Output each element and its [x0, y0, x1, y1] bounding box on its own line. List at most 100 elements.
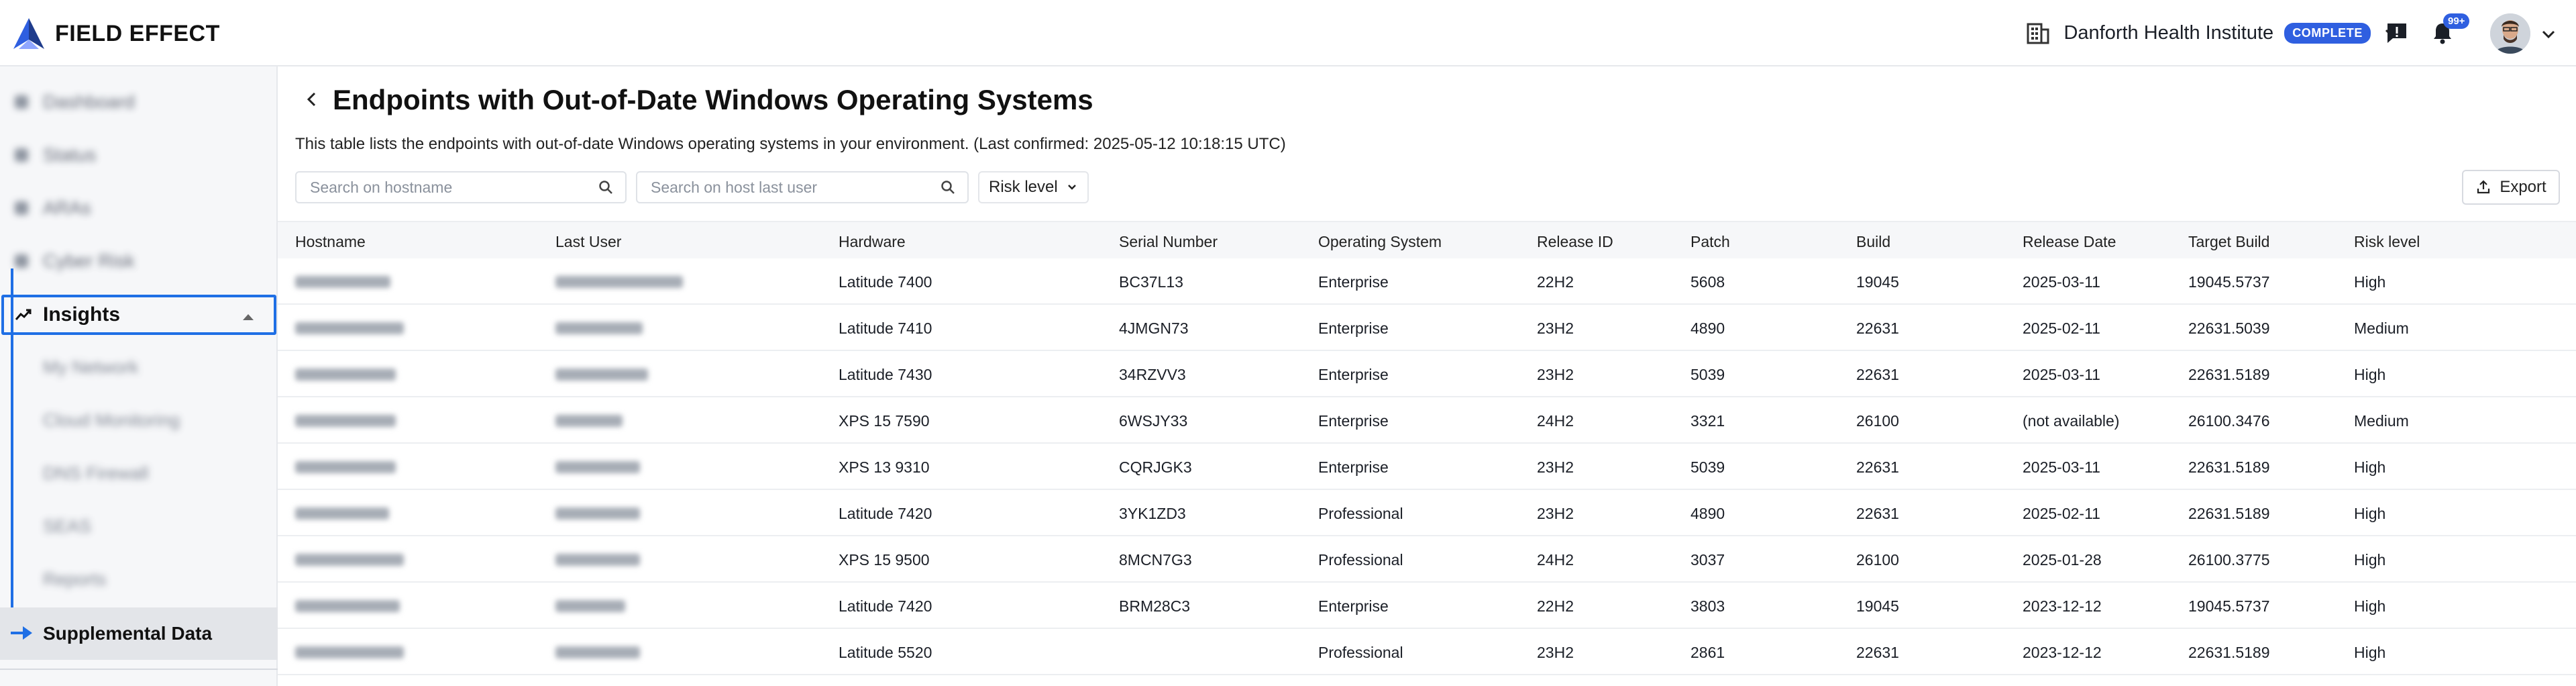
cell-target-build: 26100.3476 — [2188, 412, 2270, 430]
table-row[interactable]: XPS 13 9310 CQRJGK3 Enterprise 23H2 5039… — [278, 444, 2576, 490]
table-row[interactable]: Latitude 5520 Professional 23H2 2861 226… — [278, 629, 2576, 675]
cell-patch: 3037 — [1690, 551, 1725, 569]
cell-release-id: 23H2 — [1537, 366, 1574, 383]
cell-release-date: 2023-12-12 — [2023, 597, 2102, 615]
cell-risk-level: Medium — [2354, 320, 2409, 337]
cell-build: 19045 — [1856, 273, 1899, 291]
sidebar-item-insights[interactable]: Insights — [1, 295, 276, 335]
table-row[interactable]: Latitude 7430 34RZVV3 Enterprise 23H2 50… — [278, 351, 2576, 397]
back-arrow-icon[interactable] — [302, 89, 322, 109]
redacted-hostname — [295, 554, 404, 566]
column-header-risk-level[interactable]: Risk level — [2354, 233, 2420, 251]
cell-release-date: 2023-12-12 — [2023, 644, 2102, 661]
cell-release-date: 2025-03-11 — [2023, 458, 2100, 476]
column-header-hardware[interactable]: Hardware — [839, 233, 906, 251]
sidebar-item-blurred[interactable]: Cyber Risk — [0, 235, 278, 287]
cell-risk-level: High — [2354, 458, 2386, 476]
redacted-hostname — [295, 646, 404, 658]
page-title: Endpoints with Out-of-Date Windows Opera… — [333, 84, 1093, 115]
caret-up-icon[interactable] — [241, 312, 255, 322]
cell-target-build: 26100.3775 — [2188, 551, 2270, 569]
export-label: Export — [2500, 178, 2546, 196]
sidebar: Dashboard Status ARAs Cyber Risk Insight… — [0, 66, 278, 686]
table-row[interactable]: Latitude 7420 3YK1ZD3 Professional 23H2 … — [278, 490, 2576, 536]
table-row[interactable]: XPS 15 9500 8MCN7G3 Professional 24H2 30… — [278, 536, 2576, 583]
cell-build: 22631 — [1856, 644, 1899, 661]
cell-patch: 5608 — [1690, 273, 1725, 291]
sidebar-item-label: Insights — [43, 303, 121, 326]
table-row[interactable]: Latitude 7410 4JMGN73 Enterprise 23H2 48… — [278, 305, 2576, 351]
main-content: Endpoints with Out-of-Date Windows Opera… — [278, 66, 2576, 686]
redacted-last-user — [555, 554, 640, 566]
cell-serial-number: 6WSJY33 — [1119, 412, 1188, 430]
column-header-patch[interactable]: Patch — [1690, 233, 1730, 251]
cell-operating-system: Enterprise — [1318, 320, 1389, 337]
sidebar-item-blurred[interactable]: Status — [0, 129, 278, 181]
cell-patch: 5039 — [1690, 458, 1725, 476]
cell-target-build: 22631.5189 — [2188, 458, 2270, 476]
cell-risk-level: High — [2354, 273, 2386, 291]
redacted-hostname — [295, 507, 389, 520]
feedback-button[interactable] — [2383, 19, 2411, 47]
export-button[interactable]: Export — [2462, 170, 2560, 205]
column-header-hostname[interactable]: Hostname — [295, 233, 366, 251]
sidebar-item-supplemental-data[interactable]: Supplemental Data — [0, 607, 278, 660]
last-user-search[interactable] — [636, 171, 969, 203]
column-header-release-id[interactable]: Release ID — [1537, 233, 1613, 251]
redacted-last-user — [555, 415, 623, 427]
page-description: This table lists the endpoints with out-… — [295, 135, 1286, 153]
redacted-hostname — [295, 276, 390, 288]
cell-operating-system: Enterprise — [1318, 366, 1389, 383]
column-header-serial-number[interactable]: Serial Number — [1119, 233, 1218, 251]
redacted-last-user — [555, 461, 640, 473]
cell-operating-system: Enterprise — [1318, 597, 1389, 615]
sidebar-subitem-blurred[interactable]: SEAS — [0, 500, 278, 552]
cell-hardware: Latitude 7430 — [839, 366, 932, 383]
sidebar-subitem-blurred[interactable]: Reports — [0, 553, 278, 605]
cell-patch: 3321 — [1690, 412, 1725, 430]
sidebar-subitem-blurred[interactable]: My Network — [0, 341, 278, 393]
brand-logo[interactable]: FIELD EFFECT — [12, 16, 220, 51]
column-header-last-user[interactable]: Last User — [555, 233, 621, 251]
user-avatar[interactable] — [2490, 13, 2530, 54]
sidebar-item-blurred[interactable]: ARAs — [0, 182, 278, 234]
redacted-last-user — [555, 276, 683, 288]
redacted-hostname — [295, 415, 396, 427]
column-header-build[interactable]: Build — [1856, 233, 1890, 251]
sidebar-subitem-blurred[interactable]: Cloud Monitoring — [0, 394, 278, 446]
last-user-search-input[interactable] — [649, 177, 941, 197]
user-photo-icon — [2490, 13, 2530, 54]
sidebar-subitem-blurred[interactable]: DNS Firewall — [0, 447, 278, 499]
cell-serial-number: 4JMGN73 — [1119, 320, 1189, 337]
table-row[interactable]: Latitude 7420 BRM28C3 Enterprise 22H2 38… — [278, 583, 2576, 629]
column-header-operating-system[interactable]: Operating System — [1318, 233, 1442, 251]
cell-patch: 2861 — [1690, 644, 1725, 661]
field-effect-logo-icon — [13, 18, 44, 49]
hostname-search[interactable] — [295, 171, 627, 203]
cell-release-date: 2025-03-11 — [2023, 366, 2100, 383]
search-icon — [941, 181, 955, 194]
org-switcher[interactable]: Danforth Health Institute COMPLETE — [2025, 17, 2400, 48]
notifications-button[interactable]: 99+ — [2428, 13, 2470, 47]
cell-serial-number: 3YK1ZD3 — [1119, 505, 1186, 522]
cell-risk-level: High — [2354, 597, 2386, 615]
risk-level-filter[interactable]: Risk level — [978, 171, 1089, 203]
cell-release-id: 23H2 — [1537, 644, 1574, 661]
building-icon — [2027, 23, 2049, 44]
cell-release-id: 24H2 — [1537, 551, 1574, 569]
table-row[interactable]: XPS 15 7590 6WSJY33 Enterprise 24H2 3321… — [278, 397, 2576, 444]
cell-release-id: 23H2 — [1537, 505, 1574, 522]
cell-release-id: 22H2 — [1537, 273, 1574, 291]
sidebar-item-blurred[interactable]: Dashboard — [0, 76, 278, 128]
cell-risk-level: High — [2354, 505, 2386, 522]
chevron-down-icon[interactable] — [2540, 26, 2557, 43]
table-row[interactable]: Latitude 7400 BC37L13 Enterprise 22H2 56… — [278, 258, 2576, 305]
column-header-target-build[interactable]: Target Build — [2188, 233, 2269, 251]
cell-hardware: XPS 15 9500 — [839, 551, 930, 569]
cell-operating-system: Professional — [1318, 551, 1403, 569]
column-header-release-date[interactable]: Release Date — [2023, 233, 2116, 251]
redacted-last-user — [555, 507, 640, 520]
cell-build: 22631 — [1856, 505, 1899, 522]
sidebar-item-label: Supplemental Data — [43, 623, 213, 644]
hostname-search-input[interactable] — [309, 177, 598, 197]
